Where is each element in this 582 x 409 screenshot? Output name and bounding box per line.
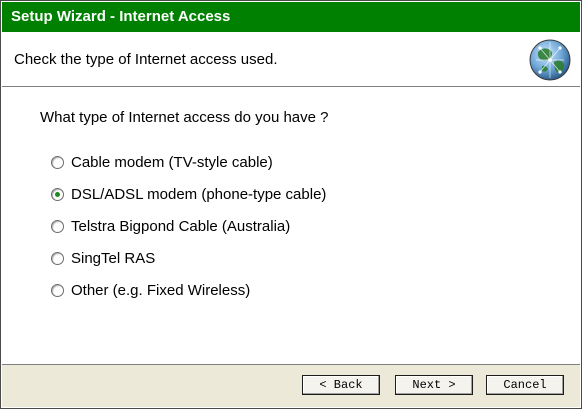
next-button[interactable]: Next > <box>395 375 473 395</box>
option-dsl-adsl-modem[interactable]: DSL/ADSL modem (phone-type cable) <box>51 184 326 204</box>
cancel-button[interactable]: Cancel <box>486 375 564 395</box>
option-telstra-bigpond-cable[interactable]: Telstra Bigpond Cable (Australia) <box>51 216 290 236</box>
option-label: DSL/ADSL modem (phone-type cable) <box>71 185 327 203</box>
globe-icon <box>528 38 572 82</box>
radio-button[interactable] <box>51 283 64 297</box>
radio-button[interactable] <box>51 251 64 265</box>
header-text: Check the type of Internet access used. <box>14 51 278 68</box>
option-other[interactable]: Other (e.g. Fixed Wireless) <box>51 280 250 300</box>
window-title: Setup Wizard - Internet Access <box>2 2 580 32</box>
option-cable-modem[interactable]: Cable modem (TV-style cable) <box>51 152 273 172</box>
option-label: Other (e.g. Fixed Wireless) <box>71 281 251 299</box>
wizard-content: What type of Internet access do you have… <box>2 88 580 364</box>
radio-button[interactable] <box>51 155 64 169</box>
back-button[interactable]: < Back <box>302 375 380 395</box>
option-label: SingTel RAS <box>71 249 156 267</box>
setup-wizard-window: Setup Wizard - Internet Access Check the… <box>0 0 582 409</box>
question-label: What type of Internet access do you have… <box>40 109 329 126</box>
option-singtel-ras[interactable]: SingTel RAS <box>51 248 155 268</box>
radio-button-selected[interactable] <box>51 187 64 201</box>
wizard-header: Check the type of Internet access used. <box>2 32 580 87</box>
option-label: Telstra Bigpond Cable (Australia) <box>71 217 291 235</box>
wizard-footer: < Back Next > Cancel <box>2 364 580 407</box>
option-label: Cable modem (TV-style cable) <box>71 153 273 171</box>
radio-button[interactable] <box>51 219 64 233</box>
